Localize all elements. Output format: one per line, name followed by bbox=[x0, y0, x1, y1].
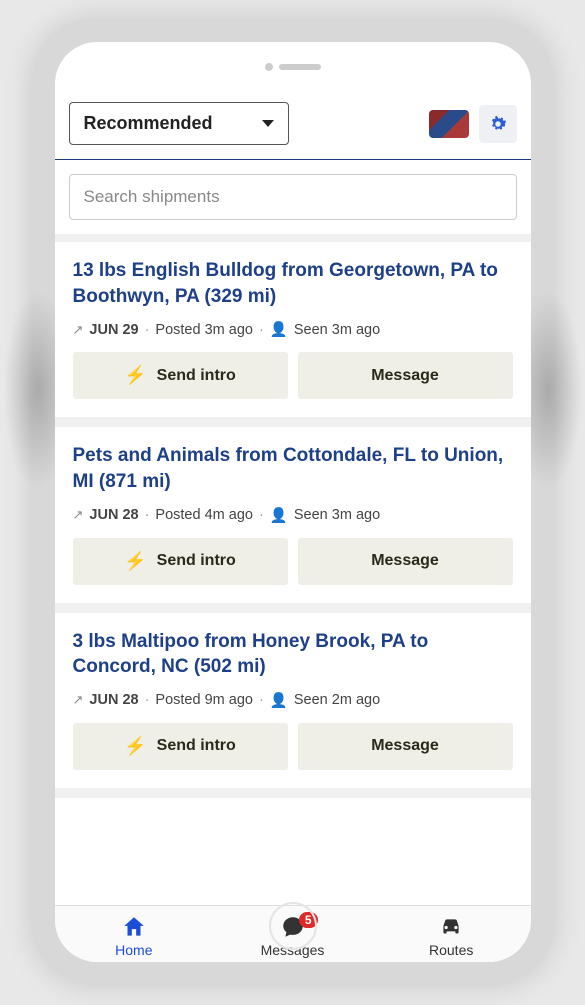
shipment-title[interactable]: 13 lbs English Bulldog from Georgetown, … bbox=[73, 258, 513, 309]
shipment-meta: ↗ JUN 28 · Posted 4m ago · 👤 Seen 3m ago bbox=[73, 507, 513, 524]
bolt-icon: ⚡ bbox=[124, 736, 146, 757]
nav-routes-label: Routes bbox=[429, 942, 473, 958]
chevron-down-icon bbox=[262, 120, 274, 127]
shipment-date: JUN 28 bbox=[89, 507, 138, 523]
message-label: Message bbox=[371, 367, 439, 385]
bolt-icon: ⚡ bbox=[124, 551, 146, 572]
message-label: Message bbox=[371, 552, 439, 570]
send-intro-button[interactable]: ⚡ Send intro bbox=[73, 538, 288, 585]
search-container bbox=[55, 160, 531, 242]
sort-label: Recommended bbox=[84, 113, 213, 134]
car-icon bbox=[438, 914, 464, 940]
posted-label: Posted 3m ago bbox=[155, 322, 253, 338]
send-intro-button[interactable]: ⚡ Send intro bbox=[73, 352, 288, 399]
posted-label: Posted 9m ago bbox=[155, 692, 253, 708]
person-icon: 👤 bbox=[270, 692, 288, 709]
send-intro-label: Send intro bbox=[157, 737, 236, 755]
phone-frame: Recommended 13 lbs English Bulldog from … bbox=[33, 20, 553, 984]
seen-label: Seen 3m ago bbox=[294, 507, 380, 523]
sort-dropdown[interactable]: Recommended bbox=[69, 102, 289, 145]
message-button[interactable]: Message bbox=[298, 538, 513, 585]
shipment-card: 3 lbs Maltipoo from Honey Brook, PA to C… bbox=[55, 613, 531, 798]
shipment-meta: ↗ JUN 28 · Posted 9m ago · 👤 Seen 2m ago bbox=[73, 692, 513, 709]
shipment-title[interactable]: 3 lbs Maltipoo from Honey Brook, PA to C… bbox=[73, 629, 513, 680]
top-bar: Recommended bbox=[55, 92, 531, 160]
shipment-card: Pets and Animals from Cottondale, FL to … bbox=[55, 427, 531, 612]
phone-screen: Recommended 13 lbs English Bulldog from … bbox=[55, 42, 531, 962]
seen-label: Seen 2m ago bbox=[294, 692, 380, 708]
send-intro-label: Send intro bbox=[157, 367, 236, 385]
message-button[interactable]: Message bbox=[298, 352, 513, 399]
phone-notch bbox=[55, 42, 531, 92]
send-intro-label: Send intro bbox=[157, 552, 236, 570]
brand-logo[interactable] bbox=[429, 110, 469, 138]
shipment-date: JUN 28 bbox=[89, 692, 138, 708]
search-input[interactable] bbox=[69, 174, 517, 220]
shipments-list: 13 lbs English Bulldog from Georgetown, … bbox=[55, 242, 531, 905]
message-button[interactable]: Message bbox=[298, 723, 513, 770]
nav-home[interactable]: Home bbox=[55, 914, 214, 958]
message-label: Message bbox=[371, 737, 439, 755]
shipment-card: 13 lbs English Bulldog from Georgetown, … bbox=[55, 242, 531, 427]
settings-button[interactable] bbox=[479, 105, 517, 143]
outbound-icon: ↗ bbox=[73, 692, 84, 708]
seen-label: Seen 3m ago bbox=[294, 322, 380, 338]
gear-icon bbox=[487, 113, 509, 135]
outbound-icon: ↗ bbox=[73, 322, 84, 338]
person-icon: 👤 bbox=[270, 321, 288, 338]
outbound-icon: ↗ bbox=[73, 507, 84, 523]
shipment-date: JUN 29 bbox=[89, 322, 138, 338]
home-icon bbox=[121, 914, 147, 940]
nav-home-label: Home bbox=[115, 942, 152, 958]
send-intro-button[interactable]: ⚡ Send intro bbox=[73, 723, 288, 770]
bolt-icon: ⚡ bbox=[124, 365, 146, 386]
home-button[interactable] bbox=[269, 902, 317, 950]
shipment-meta: ↗ JUN 29 · Posted 3m ago · 👤 Seen 3m ago bbox=[73, 321, 513, 338]
shipment-title[interactable]: Pets and Animals from Cottondale, FL to … bbox=[73, 443, 513, 494]
posted-label: Posted 4m ago bbox=[155, 507, 253, 523]
person-icon: 👤 bbox=[270, 507, 288, 524]
nav-routes[interactable]: Routes bbox=[372, 914, 531, 958]
